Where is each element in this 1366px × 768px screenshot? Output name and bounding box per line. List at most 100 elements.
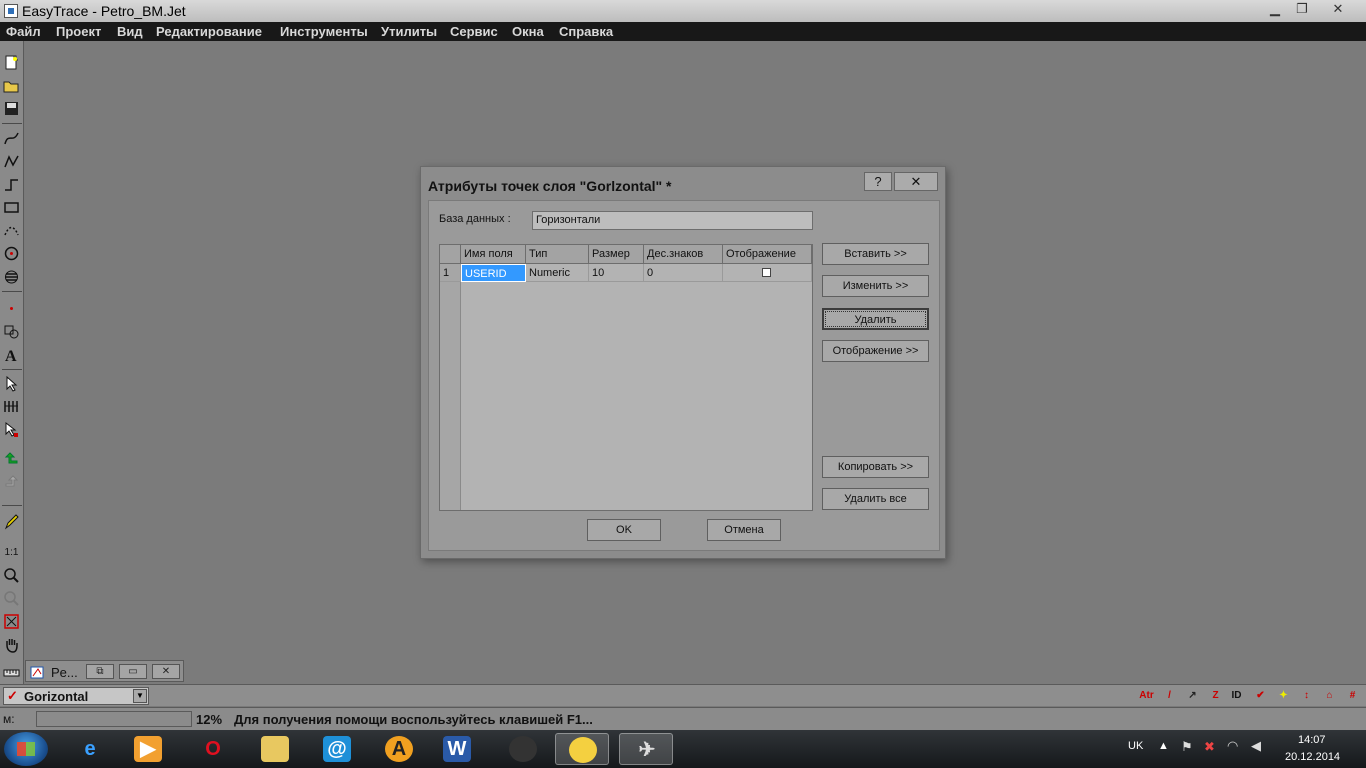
z-tool-icon[interactable]: Z <box>1207 688 1224 704</box>
menu-view[interactable]: Вид <box>117 24 143 39</box>
modify-button[interactable]: Изменить >> <box>822 275 929 297</box>
mdi-restore-button[interactable]: ⧉ <box>86 664 114 679</box>
measure-icon[interactable] <box>3 662 20 679</box>
database-field[interactable]: Горизонтали <box>532 211 813 230</box>
display-settings-button[interactable]: Отображение >> <box>822 340 929 362</box>
taskbar-opera[interactable]: O <box>186 733 240 765</box>
cell-decimals[interactable]: 0 <box>644 264 723 282</box>
tray-expand-icon[interactable]: ▲ <box>1158 740 1169 752</box>
column-header-decimals[interactable]: Дес.знаков <box>644 245 723 264</box>
pan-hand-icon[interactable] <box>3 636 20 653</box>
cancel-button[interactable]: Отмена <box>707 519 781 541</box>
cell-type[interactable]: Numeric <box>526 264 589 282</box>
menu-project[interactable]: Проект <box>56 24 101 39</box>
arrow-tool-icon[interactable]: ↗ <box>1184 688 1201 704</box>
curve-tool-icon[interactable] <box>3 130 20 147</box>
taskbar-mail[interactable]: @ <box>310 733 364 765</box>
display-checkbox[interactable] <box>762 268 771 277</box>
grid-tool-icon[interactable]: # <box>1344 688 1361 704</box>
menu-file[interactable]: Файл <box>6 24 41 39</box>
column-header-type[interactable]: Тип <box>526 245 589 264</box>
menu-windows[interactable]: Окна <box>512 24 544 39</box>
hatch-lines-icon[interactable] <box>3 268 20 285</box>
chevron-down-icon[interactable]: ▼ <box>133 689 147 703</box>
menu-utilities[interactable]: Утилиты <box>381 24 437 39</box>
menu-help[interactable]: Справка <box>559 24 613 39</box>
line-tool-icon[interactable]: / <box>1161 688 1178 704</box>
cell-field-name[interactable]: USERID <box>461 264 526 282</box>
layer-bar: ✓ Gorizontal ▼ Atr / ↗ Z ID ✔ ✦ ↕ ⌂ # <box>0 684 1366 706</box>
insert-button[interactable]: Вставить >> <box>822 243 929 265</box>
text-tool-icon[interactable]: A <box>3 346 20 363</box>
wifi-icon[interactable]: ◠ <box>1227 738 1238 754</box>
open-folder-icon[interactable] <box>3 77 20 94</box>
select-node-icon[interactable] <box>3 421 20 438</box>
clock-date[interactable]: 20.12.2014 <box>1285 751 1340 763</box>
volume-icon[interactable]: ◀ <box>1251 738 1261 754</box>
mdi-close-button[interactable]: ✕ <box>152 664 180 679</box>
zoom-extents-icon[interactable] <box>3 613 20 630</box>
taskbar-word[interactable]: W <box>430 733 484 765</box>
copy-button[interactable]: Копировать >> <box>822 456 929 478</box>
polyline-tool-icon[interactable] <box>3 153 20 170</box>
menu-edit[interactable]: Редактирование <box>156 24 262 39</box>
clock-time[interactable]: 14:07 <box>1298 734 1326 746</box>
easytrace-icon: ✈ <box>638 739 656 761</box>
zoom-icon[interactable] <box>3 567 20 584</box>
scale-one-to-one-icon[interactable]: 1:1 <box>3 544 20 561</box>
rectangle-tool-icon[interactable] <box>3 199 20 216</box>
internet-explorer-icon: e <box>84 738 96 760</box>
taskbar-ie[interactable]: e <box>63 733 117 765</box>
menu-tools[interactable]: Инструменты <box>280 24 368 39</box>
taskbar: e ▶ O @ A W ✈ UK ▲ ⚑ ✖ ◠ ◀ 14:07 20.12.2… <box>0 730 1366 768</box>
opera-icon: O <box>205 738 221 760</box>
delete-all-button[interactable]: Удалить все <box>822 488 929 510</box>
undo-arrow-icon[interactable] <box>3 451 20 468</box>
tray-app-icon[interactable]: ✖ <box>1204 739 1215 755</box>
help-button[interactable]: ? <box>864 172 892 191</box>
step-line-icon[interactable] <box>3 176 20 193</box>
save-icon[interactable] <box>3 100 20 117</box>
taskbar-easytrace[interactable]: ✈ <box>619 733 673 765</box>
close-button[interactable]: ✕ <box>1318 1 1358 19</box>
pencil-icon[interactable] <box>3 513 20 530</box>
attributes-tool-icon[interactable]: Atr <box>1138 688 1155 704</box>
dot-icon[interactable] <box>3 300 20 317</box>
row-number[interactable]: 1 <box>440 264 461 282</box>
action-center-icon[interactable]: ⚑ <box>1181 739 1193 755</box>
layer-select[interactable]: ✓ Gorizontal ▼ <box>3 687 149 705</box>
column-header-size[interactable]: Размер <box>589 245 644 264</box>
cell-display[interactable] <box>723 264 812 282</box>
id-tool-icon[interactable]: ID <box>1228 688 1245 704</box>
column-header-field-name[interactable]: Имя поля <box>461 245 526 264</box>
taskbar-app-dark[interactable] <box>496 733 550 765</box>
point-target-icon[interactable] <box>3 245 20 262</box>
symbol-tool-icon[interactable] <box>3 323 20 340</box>
multi-select-icon[interactable] <box>3 398 20 415</box>
taskbar-aimp[interactable]: A <box>372 733 426 765</box>
taskbar-media[interactable]: ▶ <box>121 733 175 765</box>
delete-button[interactable]: Удалить <box>822 308 929 330</box>
start-button[interactable] <box>4 732 48 766</box>
ok-button[interactable]: OK <box>587 519 661 541</box>
star-tool-icon[interactable]: ✦ <box>1275 688 1292 704</box>
dialog-body: База данных : Горизонтали Имя поля Тип Р… <box>428 200 940 551</box>
home-tool-icon[interactable]: ⌂ <box>1321 688 1338 704</box>
menu-service[interactable]: Сервис <box>450 24 498 39</box>
mdi-maximize-button[interactable]: ▭ <box>119 664 147 679</box>
resize-tool-icon[interactable]: ↕ <box>1298 688 1315 704</box>
dialog-close-button[interactable]: ✕ <box>894 172 938 191</box>
new-file-icon[interactable] <box>3 54 20 71</box>
keyboard-language[interactable]: UK <box>1128 740 1143 752</box>
minimized-document-tab[interactable]: Pe... ⧉ ▭ ✕ <box>25 660 184 682</box>
dotted-curve-icon[interactable] <box>3 222 20 239</box>
minimize-button[interactable]: ▁ <box>1262 1 1288 19</box>
check-tool-icon[interactable]: ✔ <box>1252 688 1269 704</box>
redo-disabled-icon <box>5 475 19 487</box>
taskbar-lightbulb[interactable] <box>555 733 609 765</box>
column-header-display[interactable]: Отображение <box>723 245 812 264</box>
cell-size[interactable]: 10 <box>589 264 644 282</box>
taskbar-explorer[interactable] <box>248 733 302 765</box>
restore-button[interactable]: ❐ <box>1289 1 1315 19</box>
select-arrow-icon[interactable] <box>3 375 20 392</box>
